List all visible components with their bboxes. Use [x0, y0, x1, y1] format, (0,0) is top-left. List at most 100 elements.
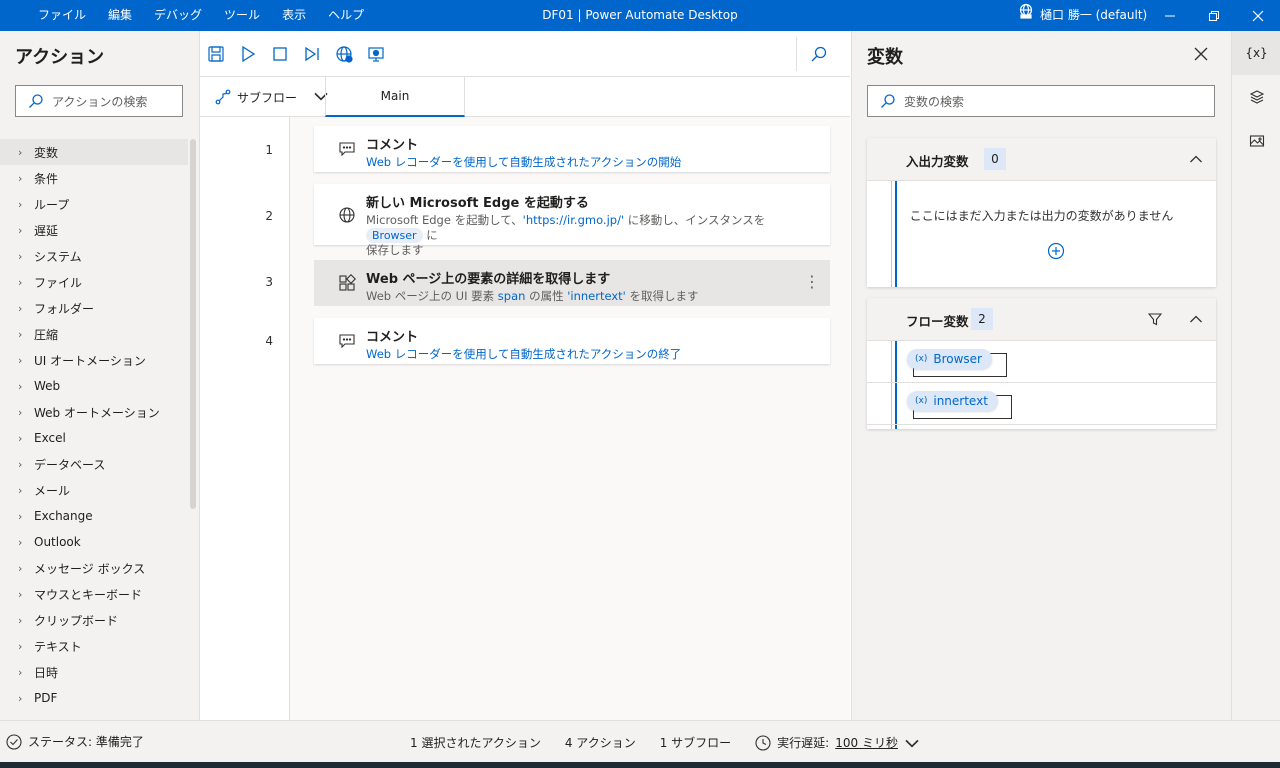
flow-variable-row[interactable]: (x) innertext	[867, 383, 1216, 425]
run-delay-value[interactable]: 100 ミリ秒	[835, 734, 898, 751]
menu-tools[interactable]: ツール	[213, 0, 271, 31]
ui-element-icon	[338, 273, 357, 292]
chevron-right-icon: ›	[18, 171, 23, 185]
add-variable-icon[interactable]	[1047, 242, 1065, 260]
run-next-action-button[interactable]	[302, 44, 322, 64]
search-icon	[811, 46, 827, 62]
more-options-icon[interactable]: ⋮	[804, 272, 820, 291]
io-variables-card: 入出力変数 0 ここにはまだ入力または出力の変数がありません	[867, 138, 1216, 287]
category-item[interactable]: › 条件	[0, 165, 188, 191]
line-number: 1	[265, 143, 273, 157]
stop-button[interactable]	[270, 44, 290, 64]
category-item[interactable]: › フォルダー	[0, 295, 188, 321]
chevron-right-icon: ›	[18, 431, 23, 445]
menu-help[interactable]: ヘルプ	[317, 0, 375, 31]
category-item[interactable]: › UI オートメーション	[0, 347, 188, 373]
action-category-list: › 変数 › 条件 › ループ › 遅延 › システム › ファイル › フォルダー › 圧縮 …	[0, 139, 188, 711]
category-item[interactable]: › データベース	[0, 451, 188, 477]
status-text: ステータス: 準備完了	[28, 735, 144, 749]
search-flow-button[interactable]	[809, 44, 829, 64]
category-item[interactable]: › ファイル	[0, 269, 188, 295]
close-window-button[interactable]	[1236, 0, 1280, 31]
actions-scrollbar[interactable]	[190, 139, 196, 509]
variable-chip: Browser	[366, 228, 423, 243]
tab-main[interactable]: Main	[325, 77, 465, 117]
variables-search-input[interactable]: 変数の検索	[867, 85, 1215, 117]
category-item[interactable]: › テキスト	[0, 633, 188, 659]
variable-pill[interactable]: (x) innertext	[907, 391, 998, 411]
subflow-label: サブフロー	[237, 90, 298, 105]
ui-elements-panel-button[interactable]	[1232, 75, 1280, 119]
category-item[interactable]: › 日時	[0, 659, 188, 685]
variables-panel-button[interactable]: {x}	[1232, 31, 1280, 75]
run-button[interactable]	[238, 44, 258, 64]
run-delay-label: 実行遅延:	[777, 736, 830, 750]
restore-button[interactable]	[1192, 0, 1236, 31]
category-item[interactable]: › 遅延	[0, 217, 188, 243]
desktop-recorder-button[interactable]	[366, 44, 386, 64]
chevron-right-icon: ›	[18, 379, 23, 393]
flow-variables-card: フロー変数 2 (x) Browser (x) innertext	[867, 298, 1216, 429]
category-item[interactable]: › Web	[0, 373, 188, 399]
minimize-button[interactable]	[1148, 0, 1192, 31]
chevron-down-icon[interactable]	[904, 735, 920, 751]
category-item[interactable]: › Excel	[0, 425, 188, 451]
line-number: 4	[265, 334, 273, 348]
chevron-up-icon[interactable]	[1189, 152, 1203, 166]
menu-debug[interactable]: デバッグ	[143, 0, 213, 31]
flow-variables-title: フロー変数	[906, 314, 969, 329]
status-indicator: ステータス: 準備完了	[6, 733, 144, 750]
flow-step[interactable]: コメント Web レコーダーを使用して自動生成されたアクションの終了	[314, 318, 830, 364]
actions-search-input[interactable]: アクションの検索	[15, 85, 183, 117]
comment-icon	[338, 332, 356, 350]
step-title: コメント	[366, 138, 419, 153]
actions-pane: アクション アクションの検索 › 変数 › 条件 › ループ › 遅延 › システム › フ…	[0, 31, 200, 720]
stop-icon	[273, 47, 287, 61]
category-item[interactable]: › メッセージ ボックス	[0, 555, 188, 581]
category-item[interactable]: › クリップボード	[0, 607, 188, 633]
filter-icon[interactable]	[1147, 312, 1163, 326]
menu-file[interactable]: ファイル	[27, 0, 97, 31]
flow-variables-header[interactable]: フロー変数 2	[867, 298, 1216, 341]
io-variables-header[interactable]: 入出力変数 0	[867, 138, 1216, 181]
step-description: Microsoft Edge を起動して、'https://ir.gmo.jp/…	[366, 213, 766, 257]
close-icon	[1194, 47, 1208, 61]
category-item[interactable]: › Exchange	[0, 503, 188, 529]
category-item[interactable]: › メール	[0, 477, 188, 503]
menu-view[interactable]: 表示	[271, 0, 317, 31]
variables-pane: 変数 変数の検索 入出力変数 0 ここにはまだ入力または出力の変数がありません …	[851, 31, 1231, 720]
chevron-right-icon: ›	[18, 197, 23, 211]
subflow-dropdown[interactable]: サブフロー	[215, 77, 329, 117]
line-number: 2	[265, 209, 273, 223]
close-variables-button[interactable]	[1194, 47, 1212, 65]
chevron-up-icon[interactable]	[1189, 312, 1203, 326]
save-button[interactable]	[206, 44, 226, 64]
category-item[interactable]: › Outlook	[0, 529, 188, 555]
variable-pill[interactable]: (x) Browser	[907, 349, 992, 369]
category-item[interactable]: › 圧縮	[0, 321, 188, 347]
flow-step[interactable]: 新しい Microsoft Edge を起動する Microsoft Edge …	[314, 184, 830, 257]
category-item[interactable]: › マウスとキーボード	[0, 581, 188, 607]
step-forward-icon	[305, 46, 319, 62]
category-item[interactable]: › 変数	[0, 139, 188, 165]
globe-user-icon	[1018, 0, 1034, 31]
flow-variable-row[interactable]: (x) Browser	[867, 341, 1216, 383]
flow-step-selected[interactable]: Web ページ上の要素の詳細を取得します Web ページ上の UI 要素 spa…	[314, 260, 830, 306]
images-panel-button[interactable]	[1232, 119, 1280, 163]
globe-icon	[338, 206, 356, 224]
flow-step[interactable]: コメント Web レコーダーを使用して自動生成されたアクションの開始	[314, 126, 830, 172]
category-item[interactable]: › Web オートメーション	[0, 399, 188, 425]
comment-icon	[338, 140, 356, 158]
chevron-right-icon: ›	[18, 613, 23, 627]
menu-edit[interactable]: 編集	[97, 0, 143, 31]
chevron-right-icon: ›	[18, 691, 23, 705]
web-recorder-button[interactable]	[334, 44, 354, 64]
user-account[interactable]: 樋口 勝一 (default)	[1018, 0, 1147, 31]
flow-toolbar	[200, 31, 850, 77]
chevron-right-icon: ›	[18, 301, 23, 315]
category-item[interactable]: › PDF	[0, 685, 188, 711]
subflows-count: 1 サブフロー	[659, 736, 732, 750]
variables-search-placeholder: 変数の検索	[904, 94, 965, 109]
category-item[interactable]: › ループ	[0, 191, 188, 217]
category-item[interactable]: › システム	[0, 243, 188, 269]
